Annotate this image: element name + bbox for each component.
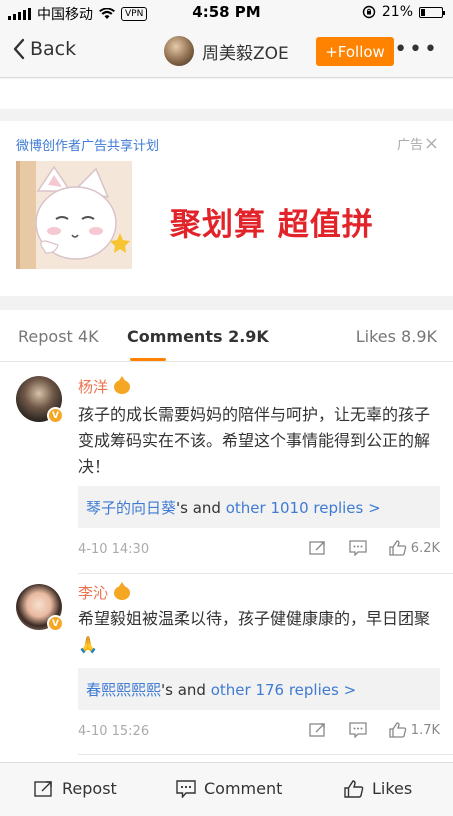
more-options-button[interactable]: ••• (394, 39, 439, 61)
page-title: 周美毅ZOE (202, 43, 289, 64)
ad-tag[interactable]: 广告 (397, 134, 437, 153)
tab-comments[interactable]: Comments 2.9K (127, 327, 269, 346)
thumbs-up-icon (389, 540, 407, 556)
ad-slogan[interactable]: 聚划算 超值拼 (170, 199, 374, 244)
comment-divider (78, 754, 453, 755)
comment-time: 4-10 15:26 (78, 724, 150, 739)
back-button[interactable]: Back (12, 38, 76, 60)
vip-crown-icon (114, 375, 131, 394)
reply-summary[interactable]: 春熙熙熙熙's and other 176 replies > (78, 668, 440, 710)
comment-icon (176, 779, 196, 798)
comment-actions: 6.2K (309, 540, 440, 556)
like-count: 6.2K (410, 540, 440, 556)
author-avatar (164, 36, 194, 66)
comment-divider (78, 573, 453, 574)
verified-badge: V (47, 407, 64, 424)
tab-bar: Repost 4K Comments 2.9K Likes 8.9K (0, 310, 453, 362)
battery-fill (421, 8, 426, 16)
reply-connector: 's and (176, 499, 226, 517)
commenter-name-label: 李沁 (78, 584, 109, 602)
commenter-name[interactable]: 李沁 (78, 581, 131, 603)
repost-icon[interactable] (309, 540, 327, 556)
tab-likes[interactable]: Likes 8.9K (356, 327, 437, 346)
comment-meta: 4-10 15:26 1.7K (78, 722, 440, 739)
status-right: 21% (362, 4, 445, 20)
comment-label: Comment (204, 779, 283, 798)
like-button[interactable]: 6.2K (389, 540, 440, 556)
commenter-name-label: 杨洋 (78, 378, 109, 396)
like-button[interactable]: 1.7K (389, 722, 440, 738)
chevron-left-icon (13, 38, 25, 60)
reply-connector: 's and (161, 681, 211, 699)
battery-icon (419, 6, 445, 18)
comment-list: V 杨洋 孩子的成长需要妈妈的陪伴与呵护，让无辜的孩子变成筹码实在不该。希望这个… (0, 362, 453, 762)
cat-illustration (16, 161, 130, 269)
more-replies-link[interactable]: other 176 replies > (211, 681, 356, 699)
reply-user[interactable]: 春熙熙熙熙 (86, 681, 161, 699)
bottom-action-bar: Repost Comment Likes (0, 762, 453, 816)
commenter-name[interactable]: 杨洋 (78, 375, 131, 397)
reply-user[interactable]: 琴子的向日葵 (86, 499, 176, 517)
comment-button[interactable]: Comment (176, 779, 282, 798)
comment-text: 孩子的成长需要妈妈的陪伴与呵护，让无辜的孩子变成筹码实在不该。希望这个事情能得到… (78, 405, 431, 476)
title-group[interactable]: 周美毅ZOE (164, 36, 289, 66)
ad-tag-label: 广告 (396, 138, 423, 153)
post-content-tail (0, 79, 453, 109)
repost-icon[interactable] (309, 722, 327, 738)
likes-label: Likes (372, 779, 413, 798)
verified-badge: V (47, 615, 64, 632)
ad-image[interactable] (16, 161, 132, 269)
comment-icon[interactable] (349, 722, 367, 738)
repost-button[interactable]: Repost (34, 779, 117, 798)
comment-actions: 1.7K (309, 722, 440, 738)
avatar[interactable]: V (16, 584, 64, 632)
thumbs-up-icon (389, 722, 407, 738)
reply-summary[interactable]: 琴子的向日葵's and other 1010 replies > (78, 486, 440, 528)
avatar[interactable]: V (16, 376, 64, 424)
comment-text: 希望毅姐被温柔以待，孩子健健康康的，早日团聚🙏 (78, 609, 431, 654)
more-replies-link[interactable]: other 1010 replies > (226, 499, 381, 517)
like-count: 1.7K (410, 722, 440, 738)
navigation-bar: Back 周美毅ZOE +Follow ••• (0, 26, 453, 78)
follow-button[interactable]: +Follow (316, 37, 394, 66)
comment-meta: 4-10 14:30 6.2K (78, 540, 440, 557)
repost-label: Repost (62, 779, 117, 798)
vip-crown-icon (114, 581, 131, 600)
like-post-button[interactable]: Likes (344, 779, 412, 798)
close-icon[interactable] (426, 138, 437, 149)
status-bar: 中国移动 VPN 4:58 PM 21% (0, 0, 453, 26)
rotation-lock-icon (362, 5, 376, 19)
comment-time: 4-10 14:30 (78, 542, 150, 557)
thumbs-up-icon (344, 779, 364, 798)
ad-card[interactable]: 微博创作者广告共享计划 广告 聚划算 超值拼 (0, 121, 453, 296)
back-label: Back (30, 38, 77, 60)
ad-program-label[interactable]: 微博创作者广告共享计划 (16, 135, 159, 154)
comment-icon[interactable] (349, 540, 367, 556)
tab-repost[interactable]: Repost 4K (18, 327, 99, 346)
active-tab-indicator (130, 358, 166, 361)
battery-percent: 21% (381, 4, 413, 20)
repost-icon (34, 780, 52, 797)
